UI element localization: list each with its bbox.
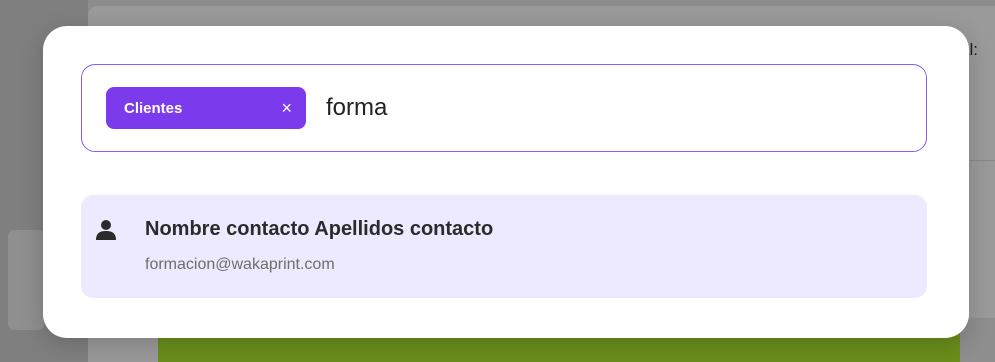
filter-chip-label: Clientes bbox=[124, 99, 183, 117]
search-box[interactable]: Clientes × bbox=[81, 64, 927, 152]
search-modal: Clientes × Nombre contacto Apellidos con… bbox=[43, 26, 969, 338]
result-contact-email: formacion@wakaprint.com bbox=[145, 256, 335, 273]
result-contact-name: Nombre contacto Apellidos contacto bbox=[145, 218, 494, 240]
person-icon bbox=[96, 220, 116, 240]
background-side-card bbox=[8, 230, 44, 330]
search-result-item[interactable]: Nombre contacto Apellidos contacto forma… bbox=[81, 195, 927, 298]
filter-chip-clientes: Clientes × bbox=[106, 87, 306, 129]
search-input[interactable] bbox=[326, 94, 886, 122]
close-icon[interactable]: × bbox=[281, 99, 292, 117]
